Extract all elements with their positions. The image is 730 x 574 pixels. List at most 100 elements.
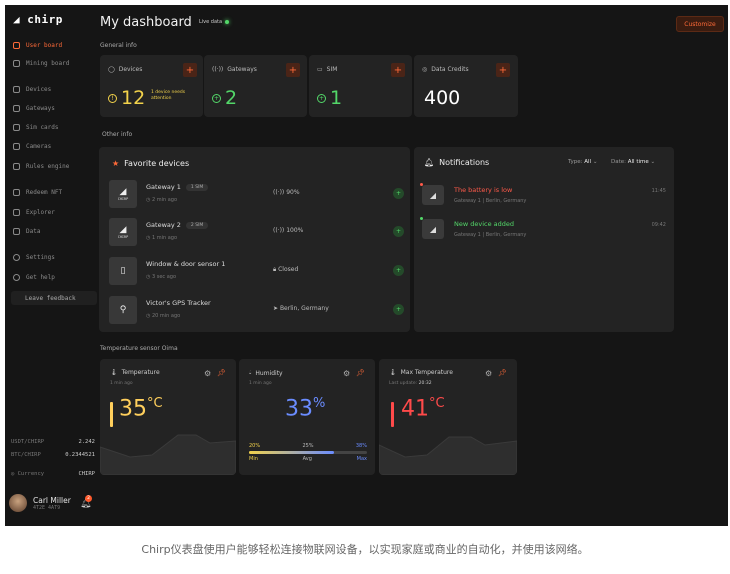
page-title: My dashboard <box>100 15 192 30</box>
sidebar-item-rules-engine[interactable]: Rules engine <box>11 160 95 173</box>
sidebar-item-mining-board[interactable]: Mining board <box>11 57 95 70</box>
credits-icon: ◎ <box>422 66 428 73</box>
max-temperature-sparkline <box>379 436 517 475</box>
leave-feedback-button[interactable]: Leave feedback <box>11 291 97 305</box>
temperature-bar <box>110 402 113 427</box>
gateways-card[interactable]: ((·)) Gateways + +2 <box>204 55 307 117</box>
sidebar-item-sim-cards[interactable]: Sim cards <box>11 121 95 134</box>
rules-icon <box>13 163 20 170</box>
gear-icon <box>13 254 20 261</box>
camera-icon <box>13 143 20 150</box>
live-dot-icon <box>225 20 230 24</box>
type-filter[interactable]: Type: All ⌄ <box>568 159 597 165</box>
sim-count: 1 <box>330 87 343 109</box>
gear-icon[interactable]: ⚙ <box>343 369 350 378</box>
live-data-indicator: Live data <box>199 19 230 25</box>
add-sim-button[interactable]: + <box>391 63 405 77</box>
price-btc-chirp: BTC/CHIRP 0.2344521 <box>11 452 95 458</box>
sidebar-item-user-board[interactable]: User board <box>11 39 95 52</box>
temperature-reading: 35°C <box>119 396 163 422</box>
gateways-count: 2 <box>225 87 238 109</box>
currency-selector[interactable]: ◎ Currency CHIRP <box>11 471 95 477</box>
gear-icon[interactable]: ⚙ <box>204 369 211 378</box>
max-temperature-reading: 41°C <box>401 396 445 422</box>
sidebar-item-settings[interactable]: Settings <box>11 251 95 264</box>
max-temperature-bar <box>391 402 394 427</box>
nft-icon <box>13 189 20 196</box>
user-address: 4T2E 4AT9 <box>33 504 61 511</box>
sidebar-item-data[interactable]: Data <box>11 225 95 238</box>
humidity-range-bar <box>249 451 367 454</box>
gateway-chirp-icon: ◢ <box>420 217 444 239</box>
device-open-button[interactable]: + <box>393 226 404 237</box>
data-credits-card[interactable]: ◎ Data Credits + 400 <box>414 55 518 117</box>
gateway-chirp-icon: ◢ CHIRP <box>109 218 137 246</box>
notification-item[interactable]: ◢ New device added Gateway 1 | Berlin, G… <box>420 217 666 245</box>
check-icon: + <box>317 93 326 103</box>
signal-icon: ((·)) <box>273 227 287 234</box>
temperature-card[interactable]: 🌡︎ Temperature 1 min ago ⚙ 📌︎ 35°C <box>100 359 236 475</box>
device-row[interactable]: ◢ CHIRP Gateway 22 SIM ◷ 1 min ago ((·)) … <box>109 218 405 248</box>
logo-mark-icon: ◢ <box>13 13 28 26</box>
sidebar-item-explorer[interactable]: Explorer <box>11 206 95 219</box>
pin-icon[interactable]: 📌︎ <box>498 369 507 377</box>
droplet-icon: 💧︎ <box>249 369 252 376</box>
sidebar-item-get-help[interactable]: Get help <box>11 271 95 284</box>
unread-dot <box>420 183 423 186</box>
currency-icon: ◎ <box>11 471 18 477</box>
sidebar-item-redeem-nft[interactable]: Redeem NFT <box>11 186 95 199</box>
caption: Chirp仪表盘使用户能够轻松连接物联网设备，以实现家庭或商业的自动化，并使用该… <box>141 543 589 556</box>
bell-icon[interactable]: 🔔︎ 2 <box>80 495 92 509</box>
chevron-down-icon: ⌄ <box>591 159 598 165</box>
device-open-button[interactable]: + <box>393 265 404 276</box>
sidebar-item-cameras[interactable]: Cameras <box>11 140 95 153</box>
device-row[interactable]: ▯ Window & door sensor 1 ◷ 3 sec ago 🔒︎ … <box>109 257 405 287</box>
sim-card[interactable]: ▭ SIM + +1 <box>309 55 412 117</box>
gear-icon[interactable]: ⚙ <box>485 369 492 378</box>
sim-icon <box>13 124 20 131</box>
devices-card[interactable]: ◯ Devices + ! 12 1 device needs attention <box>100 55 203 117</box>
add-device-button[interactable]: + <box>183 63 197 77</box>
bell-icon: 🔔︎ <box>424 158 435 167</box>
chirp-logo[interactable]: ◢ chirp <box>13 13 63 26</box>
warning-icon: ! <box>108 93 117 103</box>
unread-dot <box>420 217 423 220</box>
device-open-button[interactable]: + <box>393 304 404 315</box>
general-info-label: General info <box>100 42 137 49</box>
sidebar-item-gateways[interactable]: Gateways <box>11 102 95 115</box>
thermometer-icon: 🌡︎ <box>389 369 397 376</box>
sidebar-item-devices[interactable]: Devices <box>11 83 95 96</box>
notification-count-badge: 2 <box>85 495 92 502</box>
avatar <box>9 494 27 512</box>
add-gateway-button[interactable]: + <box>286 63 300 77</box>
customize-button[interactable]: Customize <box>676 16 724 32</box>
notifications-title: Notifications <box>439 158 490 167</box>
data-icon <box>13 228 20 235</box>
max-temperature-card[interactable]: 🌡︎ Max Temperature Last update: 20:32 ⚙ 📌… <box>379 359 517 475</box>
device-open-button[interactable]: + <box>393 188 404 199</box>
device-row[interactable]: ◢ CHIRP Gateway 11 SIM ◷ 2 min ago ((·)) … <box>109 180 405 210</box>
user-icon <box>13 42 20 49</box>
map-pin-icon: ⚲ <box>109 296 137 324</box>
other-info-label: Other info <box>102 131 133 138</box>
device-row[interactable]: ⚲ Victor's GPS Tracker ◷ 20 min ago ➤ Be… <box>109 296 405 326</box>
explorer-icon <box>13 209 20 216</box>
chevron-down-icon: ⌄ <box>648 159 656 165</box>
temperature-sensor-label: Temperature sensor Oima <box>100 345 178 352</box>
pin-icon[interactable]: 📌︎ <box>356 369 365 377</box>
gateway-icon: ((·)) <box>212 66 224 73</box>
add-credits-button[interactable]: + <box>496 63 510 77</box>
humidity-card[interactable]: 💧︎ Humidity 1 min ago ⚙ 📌︎ 33% 20% 25% 38… <box>239 359 375 475</box>
notification-item[interactable]: ◢ The battery is low Gateway 1 | Berlin,… <box>420 183 666 211</box>
date-filter[interactable]: Date: All time ⌄ <box>611 159 655 165</box>
app-window: ◢ chirp User board Mining board Devices … <box>5 5 728 526</box>
devices-count: 12 <box>121 87 146 109</box>
thermometer-icon: 🌡︎ <box>110 369 118 376</box>
pin-icon[interactable]: 📌︎ <box>217 369 226 377</box>
user-name: Carl Miller <box>33 495 71 505</box>
sim-icon: ▭ <box>317 66 323 73</box>
humidity-range-fill <box>249 451 334 454</box>
user-profile[interactable]: Carl Miller 4T2E 4AT9 <box>9 494 71 512</box>
data-credits-value: 400 <box>424 87 461 109</box>
devices-icon: ◯ <box>108 66 115 73</box>
